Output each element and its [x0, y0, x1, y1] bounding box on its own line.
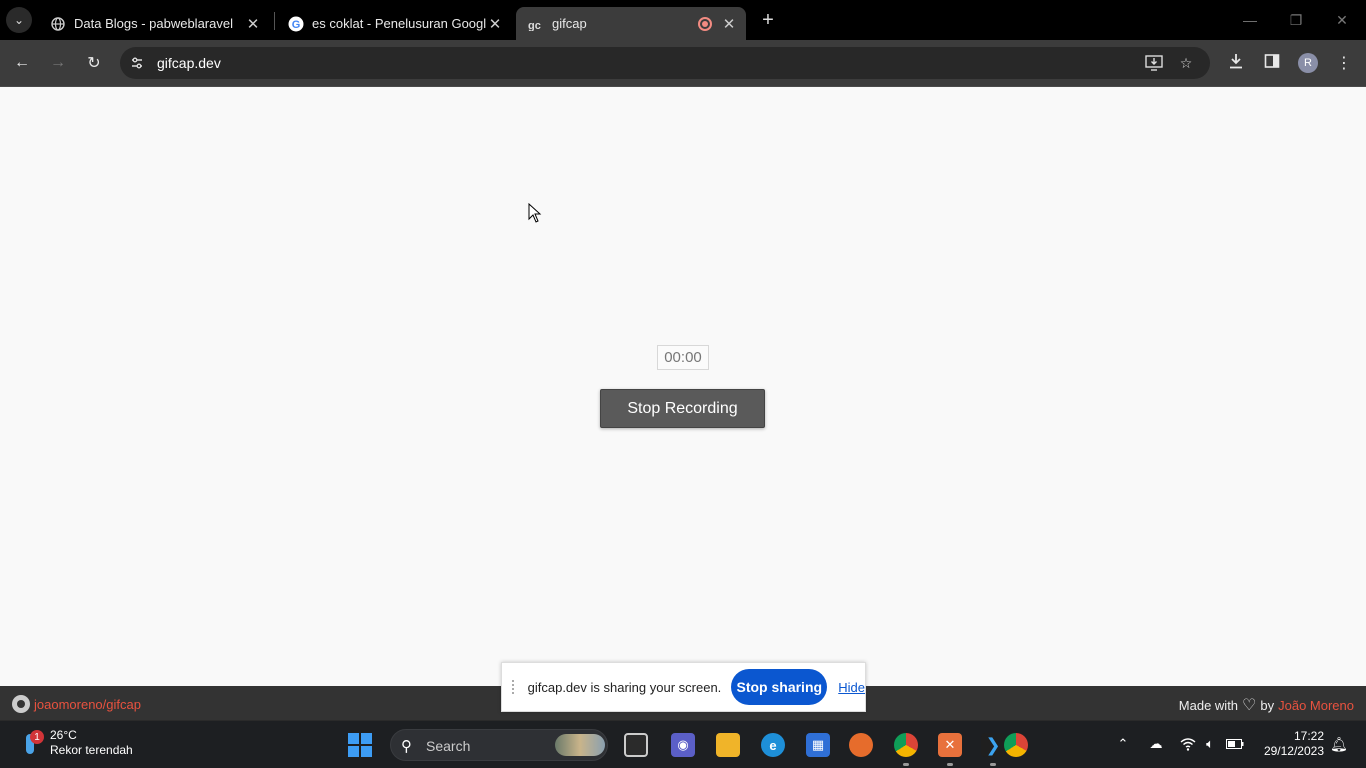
- bookmark-star-icon[interactable]: ☆: [1176, 53, 1196, 73]
- temperature: 26°C: [50, 728, 77, 742]
- weather-description: Rekor terendah: [50, 743, 133, 757]
- arrow-right-icon: →: [50, 54, 66, 71]
- close-icon[interactable]: ✕: [244, 15, 262, 33]
- install-app-icon[interactable]: [1144, 53, 1164, 73]
- made-with-credit: Made with ♡ by João Moreno: [1179, 695, 1354, 715]
- notification-badge: 1: [30, 730, 44, 744]
- side-panel-button[interactable]: [1259, 50, 1285, 76]
- vscode-icon[interactable]: ❯: [981, 733, 1005, 757]
- running-indicator: [990, 763, 996, 766]
- search-highlight-image: [555, 734, 605, 756]
- clock-date: 29/12/2023: [1263, 744, 1324, 758]
- arrow-left-icon: ←: [14, 54, 30, 71]
- close-icon[interactable]: ✕: [486, 15, 504, 33]
- by-text: by: [1260, 697, 1275, 713]
- store-icon[interactable]: ▦: [806, 733, 830, 757]
- clock-time: 17:22: [1293, 729, 1324, 743]
- windows-logo-icon: [348, 733, 359, 744]
- svg-text:G: G: [292, 19, 301, 31]
- maximize-button[interactable]: ❐: [1284, 8, 1308, 32]
- recording-icon: [698, 16, 712, 31]
- thermometer-icon: 1: [20, 730, 44, 756]
- search-placeholder: Search: [426, 738, 471, 754]
- hide-link[interactable]: Hide: [838, 680, 865, 695]
- volume-icon[interactable]: 🔈︎: [1201, 735, 1219, 753]
- xampp-icon[interactable]: ✕: [938, 733, 962, 757]
- close-icon: ✕: [1336, 11, 1348, 28]
- onedrive-offline-icon[interactable]: ☁: [1147, 735, 1165, 753]
- file-explorer-icon[interactable]: [716, 733, 740, 757]
- kebab-menu-icon: ⋮: [1336, 55, 1352, 72]
- repo-link-text: joaomoreno/gifcap: [34, 696, 141, 712]
- site-info-icon[interactable]: [128, 54, 146, 72]
- running-indicator: [903, 763, 909, 766]
- gifcap-page: 00:00 Stop Recording: [0, 87, 1366, 686]
- tab-title: Data Blogs - pabweblaravel: [74, 16, 233, 31]
- notification-bell-icon[interactable]: 🔔︎: [1330, 736, 1348, 753]
- downloads-button[interactable]: [1223, 50, 1249, 76]
- wifi-icon[interactable]: [1179, 735, 1197, 753]
- download-icon: [1228, 53, 1244, 74]
- chrome-icon[interactable]: [1004, 733, 1028, 757]
- stop-recording-button[interactable]: Stop Recording: [600, 389, 765, 428]
- back-button[interactable]: ←: [9, 50, 35, 76]
- teams-chat-icon[interactable]: ◉: [671, 733, 695, 757]
- github-icon: [12, 695, 30, 713]
- minimize-button[interactable]: —: [1238, 8, 1262, 32]
- heart-icon: ♡: [1242, 697, 1257, 714]
- url-text: gifcap.dev: [157, 55, 221, 71]
- restore-icon: ❐: [1289, 11, 1303, 28]
- made-with-text: Made with: [1178, 697, 1239, 713]
- weather-widget[interactable]: 1 26°C Rekor terendah: [20, 728, 133, 758]
- tab-strip: ⌄ Data Blogs - pabweblaravel ✕ G es cokl…: [0, 0, 1366, 40]
- system-clock[interactable]: 17:22 29/12/2023: [1256, 729, 1324, 759]
- tab-google-search[interactable]: G es coklat - Penelusuran Google ✕: [276, 7, 512, 40]
- chevron-up-icon[interactable]: ⌃: [1114, 735, 1132, 753]
- tab-search-button[interactable]: ⌄: [6, 7, 32, 33]
- svg-text:gc: gc: [528, 20, 541, 31]
- globe-icon: [50, 16, 66, 32]
- reload-button[interactable]: ↻: [81, 50, 107, 76]
- browser-toolbar: ← → ↻ gifcap.dev ☆ R ⋮: [0, 40, 1366, 87]
- windows-taskbar: 1 26°C Rekor terendah ⚲ Search ◉ e ▦ ✕ ❯…: [0, 720, 1366, 768]
- edge-icon[interactable]: e: [761, 733, 785, 757]
- start-button[interactable]: [348, 733, 372, 757]
- task-view-icon[interactable]: [624, 733, 648, 757]
- gifcap-icon: gc: [528, 16, 544, 32]
- side-panel-icon: [1264, 53, 1280, 74]
- reload-icon: ↻: [87, 55, 101, 72]
- new-tab-button[interactable]: +: [756, 8, 780, 32]
- close-icon[interactable]: ✕: [720, 15, 738, 33]
- tab-title: es coklat - Penelusuran Google: [312, 16, 486, 31]
- minimize-icon: —: [1243, 12, 1257, 28]
- chrome-profile-icon[interactable]: [894, 733, 918, 757]
- google-icon: G: [288, 16, 304, 32]
- forward-button[interactable]: →: [45, 50, 71, 76]
- profile-avatar[interactable]: R: [1298, 53, 1318, 73]
- address-bar[interactable]: gifcap.dev ☆: [120, 47, 1210, 79]
- battery-icon[interactable]: [1226, 735, 1244, 753]
- share-message: gifcap.dev is sharing your screen.: [527, 679, 722, 695]
- drag-handle-icon[interactable]: [512, 680, 518, 694]
- stop-sharing-button[interactable]: Stop sharing: [731, 669, 828, 705]
- plus-icon: +: [762, 8, 774, 31]
- github-repo-link[interactable]: joaomoreno/gifcap: [12, 695, 141, 713]
- running-indicator: [947, 763, 953, 766]
- tab-data-blogs[interactable]: Data Blogs - pabweblaravel ✕: [38, 7, 270, 40]
- search-icon: ⚲: [401, 738, 412, 755]
- close-window-button[interactable]: ✕: [1330, 8, 1354, 32]
- screen-share-bar: gifcap.dev is sharing your screen. Stop …: [501, 662, 866, 712]
- recording-timer: 00:00: [657, 345, 709, 370]
- firefox-icon[interactable]: [849, 733, 873, 757]
- taskbar-search[interactable]: ⚲ Search: [390, 729, 608, 761]
- tab-divider: [274, 12, 275, 30]
- tab-gifcap[interactable]: gc gifcap ✕: [516, 7, 746, 40]
- tab-title: gifcap: [552, 16, 587, 31]
- menu-button[interactable]: ⋮: [1331, 50, 1357, 76]
- mouse-cursor-icon: [528, 203, 542, 223]
- chevron-down-icon: ⌄: [13, 13, 25, 27]
- author-link[interactable]: João Moreno: [1278, 698, 1354, 713]
